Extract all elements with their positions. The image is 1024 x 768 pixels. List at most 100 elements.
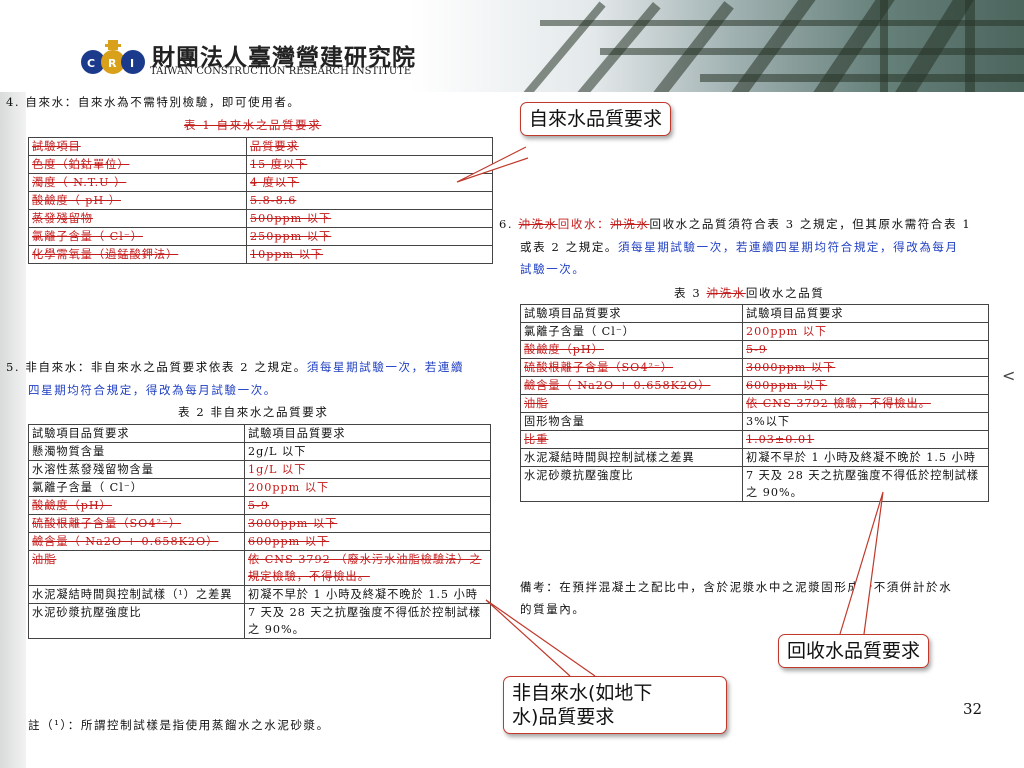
table-row: 化學需氧量（過錳酸鉀法） 10ppm 以下 [28,245,493,264]
header-cell: 試驗項目品質要求 [244,424,491,443]
item-cell: 化學需氧量（過錳酸鉀法） [28,245,247,264]
table-row: 氯離子含量（ Cl⁻） 200ppm 以下 [28,478,491,497]
item-cell: 水泥砂漿抗壓強度比 [520,466,743,502]
table-row: 油脂依 CNS 3792 （廢水污水油脂檢驗法）之規定檢驗，不得檢出。 [28,550,491,586]
table-row: 蒸發殘留物 500ppm 以下 [28,209,493,228]
item-cell: 酸鹼度（ pH ） [28,191,247,210]
header-cell: 試驗項目品質要求 [742,304,989,323]
callout-non-tap-water: 非自來水(如地下 水)品質要求 [503,676,727,734]
item-cell: 鹼含量（ Na2O + 0.658K2O） [520,376,743,395]
item-cell: 水泥砂漿抗壓強度比 [28,603,245,639]
table1-caption: 表 1 自來水之品質要求 [184,118,322,132]
item-cell: 比重 [520,430,743,449]
requirement-cell: 依 CNS 3792 檢驗，不得檢出。 [742,394,989,413]
table-row: 酸鹼度（pH） 5-9 [520,340,989,359]
table-row: 比重 1.03±0.01 [520,430,989,449]
item-cell: 固形物含量 [520,412,743,431]
table-row: 油脂依 CNS 3792 檢驗，不得檢出。 [520,394,989,413]
org-name-en: TAIWAN CONSTRUCTION RESEARCH INSTITUTE [150,66,412,77]
header-cell: 試驗項目品質要求 [28,424,245,443]
sec5-line2: 四星期均符合規定，得改為每月試驗一次。 [28,383,277,397]
requirement-cell: 250ppm 以下 [246,227,493,246]
table-row: 水溶性蒸發殘留物含量 1g/L 以下 [28,460,491,479]
requirement-cell: 5-9 [244,496,491,515]
svg-text:R: R [108,57,117,70]
sec4-text: 4. 自來水：自來水為不需特別檢驗，即可使用者。 [6,95,301,109]
item-cell: 油脂 [520,394,743,413]
item-cell: 水泥凝結時間與控制試樣之差異 [520,448,743,467]
requirement-cell: 3000ppm 以下 [244,514,491,533]
table-row: 氯離子含量（ Cl⁻） 200ppm 以下 [520,322,989,341]
requirement-cell: 初凝不早於 1 小時及終凝不晚於 1.5 小時 [244,585,491,604]
item-cell: 鹼含量（ Na2O + 0.658K2O） [28,532,245,551]
requirement-cell: 5-9 [742,340,989,359]
table-row: 固形物含量 3%以下 [520,412,989,431]
sec6-remark-line2: 的質量內。 [520,602,586,616]
table-row: 水泥砂漿抗壓強度比 7 天及 28 天之抗壓強度不得低於控制試樣之 90%。 [520,466,989,502]
table-header-row: 試驗項目品質要求 試驗項目品質要求 [28,424,491,443]
table-row: 酸鹼度（pH） 5-9 [28,496,491,515]
table-row: 硫酸根離子含量（SO4²⁻） 3000ppm 以下 [28,514,491,533]
requirement-cell: 500ppm 以下 [246,209,493,228]
requirement-cell: 2g/L 以下 [244,442,491,461]
callout-recycled-water: 回收水品質要求 [778,634,930,668]
requirement-cell: 7 天及 28 天之抗壓強度不得低於控制試樣之 90%。 [244,603,491,639]
table3: 試驗項目品質要求 試驗項目品質要求 氯離子含量（ Cl⁻） 200ppm 以下 酸鹼度（… [520,304,989,502]
table-header-row: 試驗項目品質要求 試驗項目品質要求 [520,304,989,323]
requirement-cell: 1.03±0.01 [742,430,989,449]
item-cell: 水溶性蒸發殘留物含量 [28,460,245,479]
item-cell: 油脂 [28,550,245,586]
table-row: 懸濁物質含量 2g/L 以下 [28,442,491,461]
table-row: 酸鹼度（ pH ） 5.8-8.6 [28,191,493,210]
item-cell: 硫酸根離子含量（SO4²⁻） [28,514,245,533]
requirement-cell: 600ppm 以下 [742,376,989,395]
requirement-cell: 3%以下 [742,412,989,431]
table-row: 濁度（ N.T.U ） 4 度以下 [28,173,493,192]
sec6-line2: 或表 2 之規定。須每星期試驗一次，若連續四星期均符合規定，得改為每月 [520,240,959,254]
svg-text:C: C [87,57,95,70]
header-cell: 品質要求 [246,137,493,156]
table-row: 鹼含量（ Na2O + 0.658K2O） 600ppm 以下 [520,376,989,395]
item-cell: 色度（鉑鈷單位） [28,155,247,174]
table-row: 水泥砂漿抗壓強度比 7 天及 28 天之抗壓強度不得低於控制試樣之 90%。 [28,603,491,639]
item-cell: 氯離子含量（ Cl⁻） [28,227,247,246]
table-row: 色度（鉑鈷單位） 15 度以下 [28,155,493,174]
requirement-cell: 初凝不早於 1 小時及終凝不晚於 1.5 小時 [742,448,989,467]
item-cell: 硫酸根離子含量（SO4²⁻） [520,358,743,377]
page-number: 32 [963,700,983,718]
item-cell: 酸鹼度（pH） [520,340,743,359]
requirement-cell: 7 天及 28 天之抗壓強度不得低於控制試樣之 90%。 [742,466,989,502]
table-row: 硫酸根離子含量（SO4²⁻） 3000ppm 以下 [520,358,989,377]
header-cell: 試驗項目 [28,137,247,156]
requirement-cell: 200ppm 以下 [742,322,989,341]
left-edge-shade [0,92,26,768]
requirement-cell: 4 度以下 [246,173,493,192]
table2-note: 註（¹）：所謂控制試樣是指使用蒸餾水之水泥砂漿。 [28,718,330,732]
item-cell: 氯離子含量（ Cl⁻） [28,478,245,497]
callout-tap-water: 自來水品質要求 [520,102,672,136]
table3-caption: 表 3 沖洗水回收水之品質 [674,286,825,300]
requirement-cell: 600ppm 以下 [244,532,491,551]
requirement-cell: 15 度以下 [246,155,493,174]
sec6-line3: 試驗一次。 [520,262,586,276]
requirement-cell: 依 CNS 3792 （廢水污水油脂檢驗法）之規定檢驗，不得檢出。 [244,550,491,586]
item-cell: 氯離子含量（ Cl⁻） [520,322,743,341]
edge-mark: < [1002,366,1016,385]
requirement-cell: 200ppm 以下 [244,478,491,497]
sec6-line1: 6. 沖洗水回收水：沖洗水回收水之品質須符合表 3 之規定，但其原水需符合表 1 [499,217,972,231]
table-row: 水泥凝結時間與控制試樣（¹）之差異 初凝不早於 1 小時及終凝不晚於 1.5 小時 [28,585,491,604]
header-cell: 試驗項目品質要求 [520,304,743,323]
table1: 試驗項目 品質要求 色度（鉑鈷單位） 15 度以下 濁度（ N.T.U ） 4 度以下 酸鹼… [28,137,493,264]
cri-logo: C R I [81,40,145,74]
requirement-cell: 10ppm 以下 [246,245,493,264]
item-cell: 酸鹼度（pH） [28,496,245,515]
item-cell: 濁度（ N.T.U ） [28,173,247,192]
svg-text:I: I [130,57,134,70]
header-banner: C R I 財團法人臺灣營建研究院 TAIWAN CONSTRUCTION RE… [0,0,1024,92]
table2: 試驗項目品質要求 試驗項目品質要求 懸濁物質含量 2g/L 以下 水溶性蒸發殘留物含量 1… [28,424,491,639]
sec5-line1: 5. 非自來水：非自來水之品質要求依表 2 之規定。須每星期試驗一次，若連續 [6,360,465,374]
requirement-cell: 5.8-8.6 [246,191,493,210]
item-cell: 蒸發殘留物 [28,209,247,228]
item-cell: 水泥凝結時間與控制試樣（¹）之差異 [28,585,245,604]
item-cell: 懸濁物質含量 [28,442,245,461]
